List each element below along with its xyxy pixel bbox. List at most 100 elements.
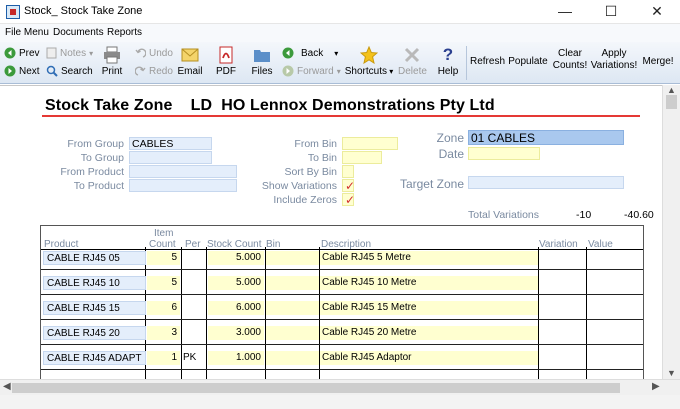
window-title: Stock_ Stock Take Zone [24,5,143,17]
cell-item-count[interactable]: 5 [147,276,180,290]
stock-grid: Product Item Count Per Stock Count Bin D… [40,225,644,379]
cell-per[interactable] [183,276,205,290]
cell-description[interactable]: Cable RJ45 15 Metre [320,301,538,315]
sort-by-bin-checkbox[interactable] [342,165,354,178]
shortcuts-button[interactable]: Shortcuts ▾ [342,44,396,82]
cell-product[interactable]: CABLE RJ45 15 [43,301,146,315]
cell-per[interactable] [183,251,205,265]
cell-bin[interactable] [266,326,319,340]
cell-item-count[interactable]: 6 [147,301,180,315]
undo-button[interactable]: Undo [135,45,173,61]
date-input[interactable] [468,147,540,160]
print-button[interactable]: Print [100,44,124,82]
cell-product[interactable]: CABLE RJ45 20 [43,326,146,340]
show-variations-label: Show Variations [261,180,337,192]
cell-per[interactable] [183,301,205,315]
next-icon [4,65,16,77]
scroll-down-icon[interactable]: ▼ [667,368,676,378]
cell-bin[interactable] [266,276,319,290]
menu-bar: File Menu Documents Reports [0,24,680,42]
help-icon: ? [442,45,454,64]
notes-icon [46,47,57,59]
menu-documents[interactable]: Documents [53,27,104,38]
target-zone-input[interactable] [468,176,624,189]
close-button[interactable]: ✕ [634,0,680,24]
vertical-scroll-thumb[interactable] [666,95,677,109]
help-button[interactable]: ? Help [436,44,460,82]
minimize-button[interactable]: — [542,0,588,24]
page-title: Stock Take Zone LD HO Lennox Demonstrati… [45,97,495,114]
merge-button[interactable]: Merge! [640,56,676,68]
horizontal-scrollbar[interactable]: ◀ ▶ [0,379,680,395]
cell-stock-count[interactable]: 5.000 [208,251,264,265]
col-header-item[interactable]: Item [154,228,173,239]
cell-per[interactable] [183,326,205,340]
prev-button[interactable]: Prev [4,45,40,61]
cell-item-count[interactable]: 5 [147,251,180,265]
email-button[interactable]: Email [176,44,204,82]
refresh-button[interactable]: Refresh [470,56,505,68]
cell-product[interactable]: CABLE RJ45 05 [43,251,146,265]
to-group-input[interactable] [129,151,212,164]
cell-stock-count[interactable]: 6.000 [208,301,264,315]
to-product-input[interactable] [129,179,237,192]
menu-reports[interactable]: Reports [107,27,142,38]
title-underline [42,115,640,117]
from-bin-input[interactable] [342,137,398,150]
back-dropdown-icon: ▾ [334,48,339,58]
email-icon [181,48,199,62]
undo-icon [135,47,146,58]
star-icon [360,46,378,64]
from-group-input[interactable]: CABLES [129,137,212,150]
target-zone-label: Target Zone [399,177,464,191]
cell-stock-count[interactable]: 3.000 [208,326,264,340]
cell-item-count[interactable]: 3 [147,326,180,340]
prev-icon [4,47,16,59]
include-zeros-checkbox[interactable]: ✓ [342,193,355,206]
cell-description[interactable]: Cable RJ45 Adaptor [320,351,538,365]
redo-button[interactable]: Redo [135,63,173,79]
delete-icon [404,47,420,63]
back-button[interactable]: Back ▾ [282,45,338,61]
cell-stock-count[interactable]: 1.000 [208,351,264,365]
cell-bin[interactable] [266,301,319,315]
cell-bin[interactable] [266,351,319,365]
cell-bin[interactable] [266,251,319,265]
grid-column-divider [206,247,207,379]
show-variations-checkbox[interactable]: ✓ [342,179,355,192]
from-bin-label: From Bin [294,138,337,150]
vertical-scrollbar[interactable]: ▲ ▼ [662,85,680,379]
next-button[interactable]: Next [4,63,40,79]
forward-button[interactable]: Forward ▾ [282,63,341,79]
notes-button[interactable]: Notes ▾ [46,45,93,61]
scroll-left-icon[interactable]: ◀ [3,381,11,392]
cell-description[interactable]: Cable RJ45 20 Metre [320,326,538,340]
to-bin-input[interactable] [342,151,382,164]
delete-button[interactable]: Delete [398,44,427,82]
horizontal-scroll-thumb[interactable] [12,383,620,393]
maximize-button[interactable]: ☐ [588,0,634,24]
cell-stock-count[interactable]: 5.000 [208,276,264,290]
cell-product[interactable]: CABLE RJ45 ADAPT [43,351,146,365]
search-button[interactable]: Search [46,63,93,79]
cell-description[interactable]: Cable RJ45 10 Metre [320,276,538,290]
populate-button[interactable]: Populate [508,56,548,68]
header-divider [41,249,643,250]
status-strip [0,395,680,409]
pdf-button[interactable]: PDF [212,44,240,82]
cell-item-count[interactable]: 1 [147,351,180,365]
files-button[interactable]: Files [248,44,276,82]
row-divider [41,319,643,320]
menu-file[interactable]: File Menu [5,27,49,38]
scroll-right-icon[interactable]: ▶ [652,381,660,392]
zone-input[interactable]: 01 CABLES [468,130,624,145]
scroll-up-icon[interactable]: ▲ [667,85,676,95]
include-zeros-label: Include Zeros [273,194,337,206]
to-product-label: To Product [73,180,124,192]
from-product-input[interactable] [129,165,237,178]
cell-per[interactable]: PK [183,351,205,365]
cell-product[interactable]: CABLE RJ45 10 [43,276,146,290]
cell-description[interactable]: Cable RJ45 5 Metre [320,251,538,265]
clear-counts-button[interactable]: Clear Counts! [552,48,588,72]
apply-variations-button[interactable]: Apply Variations! [590,48,638,72]
